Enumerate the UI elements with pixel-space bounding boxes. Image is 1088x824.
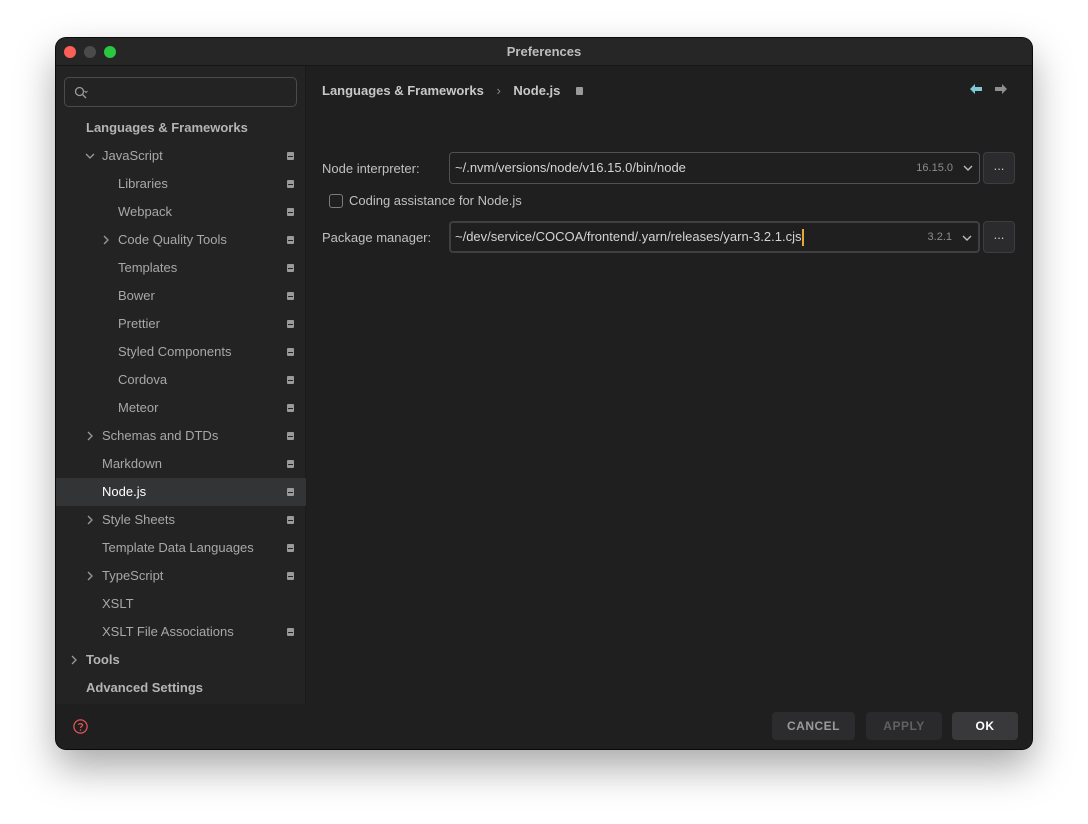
sidebar-item[interactable]: Prettier: [56, 310, 306, 338]
sidebar-item[interactable]: Template Data Languages: [56, 534, 306, 562]
sidebar-item-label: Markdown: [102, 456, 162, 471]
sidebar-item-label: XSLT File Associations: [102, 624, 234, 639]
sidebar-item-label: Node.js: [102, 484, 147, 499]
node-interpreter-combo[interactable]: ~/.nvm/versions/node/v16.15.0/bin/node 1…: [449, 152, 980, 184]
project-scope-icon: [287, 180, 294, 188]
sidebar-item[interactable]: Bower: [56, 282, 306, 310]
chevron-right-icon[interactable]: [85, 431, 95, 441]
sidebar-item[interactable]: Libraries: [56, 170, 306, 198]
sidebar-item[interactable]: Languages & Frameworks: [56, 114, 306, 142]
project-scope-icon: [287, 628, 294, 636]
project-scope-icon: [287, 488, 294, 496]
sidebar-item[interactable]: Node.js: [56, 478, 306, 506]
dialog-button-bar: CANCEL APPLY OK: [56, 704, 1032, 749]
back-arrow-icon[interactable]: [969, 83, 983, 95]
project-scope-icon: [287, 572, 294, 580]
project-scope-icon: [287, 404, 294, 412]
project-scope-icon: [287, 264, 294, 272]
project-scope-icon: [287, 236, 294, 244]
project-scope-icon: [287, 432, 294, 440]
chevron-right-icon[interactable]: [85, 571, 95, 581]
sidebar-item[interactable]: Meteor: [56, 394, 306, 422]
breadcrumb: Languages & Frameworks › Node.js: [322, 82, 584, 99]
sidebar-item-label: Tools: [86, 652, 120, 667]
sidebar-item-label: Schemas and DTDs: [102, 428, 219, 443]
sidebar-item[interactable]: TypeScript: [56, 562, 306, 590]
sidebar-item-label: Templates: [118, 260, 178, 275]
sidebar-item-label: XSLT: [102, 596, 134, 611]
project-scope-icon: [287, 208, 294, 216]
chevron-down-icon[interactable]: [963, 165, 973, 172]
package-manager-label: Package manager:: [322, 230, 432, 245]
breadcrumb-parent[interactable]: Languages & Frameworks: [322, 83, 484, 98]
sidebar-item[interactable]: XSLT File Associations: [56, 618, 306, 646]
sidebar-item-label: Bower: [118, 288, 155, 303]
project-scope-icon: [287, 544, 294, 552]
sidebar-item[interactable]: Schemas and DTDs: [56, 422, 306, 450]
sidebar-item[interactable]: Cordova: [56, 366, 306, 394]
sidebar-item-label: Code Quality Tools: [118, 232, 227, 247]
chevron-down-icon[interactable]: [962, 235, 972, 242]
sidebar-item-label: Cordova: [118, 372, 168, 387]
chevron-down-icon[interactable]: [85, 151, 95, 161]
sidebar-item-label: Webpack: [118, 204, 172, 219]
project-scope-icon: [287, 460, 294, 468]
settings-sidebar: Languages & Frameworks JavaScript Librarie…: [56, 66, 306, 704]
project-scope-icon: [287, 152, 294, 160]
text-caret: [802, 229, 805, 247]
sidebar-item-label: Languages & Frameworks: [86, 120, 248, 135]
sidebar-item[interactable]: Code Quality Tools: [56, 226, 306, 254]
sidebar-item[interactable]: Style Sheets: [56, 506, 306, 534]
project-scope-icon: [287, 376, 294, 384]
title-bar: Preferences: [56, 38, 1032, 66]
chevron-right-icon[interactable]: [69, 655, 79, 665]
settings-search-input[interactable]: [64, 77, 297, 107]
project-scope-icon: [287, 292, 294, 300]
sidebar-item-label: Prettier: [118, 316, 160, 331]
browse-package-manager-button[interactable]: ...: [983, 221, 1015, 253]
browse-interpreter-button[interactable]: ...: [983, 152, 1015, 184]
help-icon[interactable]: [73, 719, 88, 734]
coding-assistance-label[interactable]: Coding assistance for Node.js: [349, 193, 522, 208]
cancel-button[interactable]: CANCEL: [772, 712, 855, 740]
sidebar-item[interactable]: XSLT: [56, 590, 306, 618]
sidebar-item[interactable]: Webpack: [56, 198, 306, 226]
package-manager-version-label: 3.2.1: [927, 231, 952, 243]
node-interpreter-value: ~/.nvm/versions/node/v16.15.0/bin/node: [455, 160, 686, 175]
project-scope-icon: [287, 348, 294, 356]
sidebar-item[interactable]: Advanced Settings: [56, 674, 306, 702]
sidebar-item-label: Libraries: [118, 176, 168, 191]
window-title: Preferences: [506, 44, 582, 59]
sidebar-item[interactable]: Styled Components: [56, 338, 306, 366]
sidebar-item-label: Style Sheets: [102, 512, 175, 527]
chevron-right-icon[interactable]: [101, 235, 111, 245]
breadcrumb-current: Node.js: [513, 83, 561, 99]
project-scope-icon: [287, 516, 294, 524]
project-scope-icon: [287, 320, 294, 328]
sidebar-item[interactable]: Markdown: [56, 450, 306, 478]
settings-content: Languages & Frameworks › Node.js Node in…: [307, 66, 1032, 704]
project-scope-icon: [576, 86, 584, 95]
sidebar-item-label: Template Data Languages: [102, 540, 254, 555]
apply-button[interactable]: APPLY: [866, 712, 942, 740]
breadcrumb-separator: ›: [496, 83, 501, 99]
sidebar-item[interactable]: JavaScript: [56, 142, 306, 170]
package-manager-combo[interactable]: ~/dev/service/COCOA/frontend/.yarn/relea…: [449, 221, 980, 253]
sidebar-item-label: TypeScript: [102, 568, 164, 583]
node-interpreter-label: Node interpreter:: [322, 161, 420, 176]
forward-arrow-icon[interactable]: [994, 83, 1008, 95]
sidebar-item-label: Meteor: [118, 400, 159, 415]
sidebar-item-label: Advanced Settings: [86, 680, 204, 695]
search-icon: [74, 86, 88, 99]
package-manager-value: ~/dev/service/COCOA/frontend/.yarn/relea…: [455, 229, 802, 244]
coding-assistance-checkbox[interactable]: [329, 194, 343, 208]
sidebar-item[interactable]: Tools: [56, 646, 306, 674]
sidebar-item-label: Styled Components: [118, 344, 232, 359]
node-version-label: 16.15.0: [916, 162, 953, 174]
chevron-right-icon[interactable]: [85, 515, 95, 525]
preferences-window: Preferences Languages & Frameworks JavaSc…: [56, 38, 1032, 749]
ok-button[interactable]: OK: [952, 712, 1018, 740]
sidebar-item-label: JavaScript: [102, 148, 163, 163]
sidebar-item[interactable]: Templates: [56, 254, 306, 282]
